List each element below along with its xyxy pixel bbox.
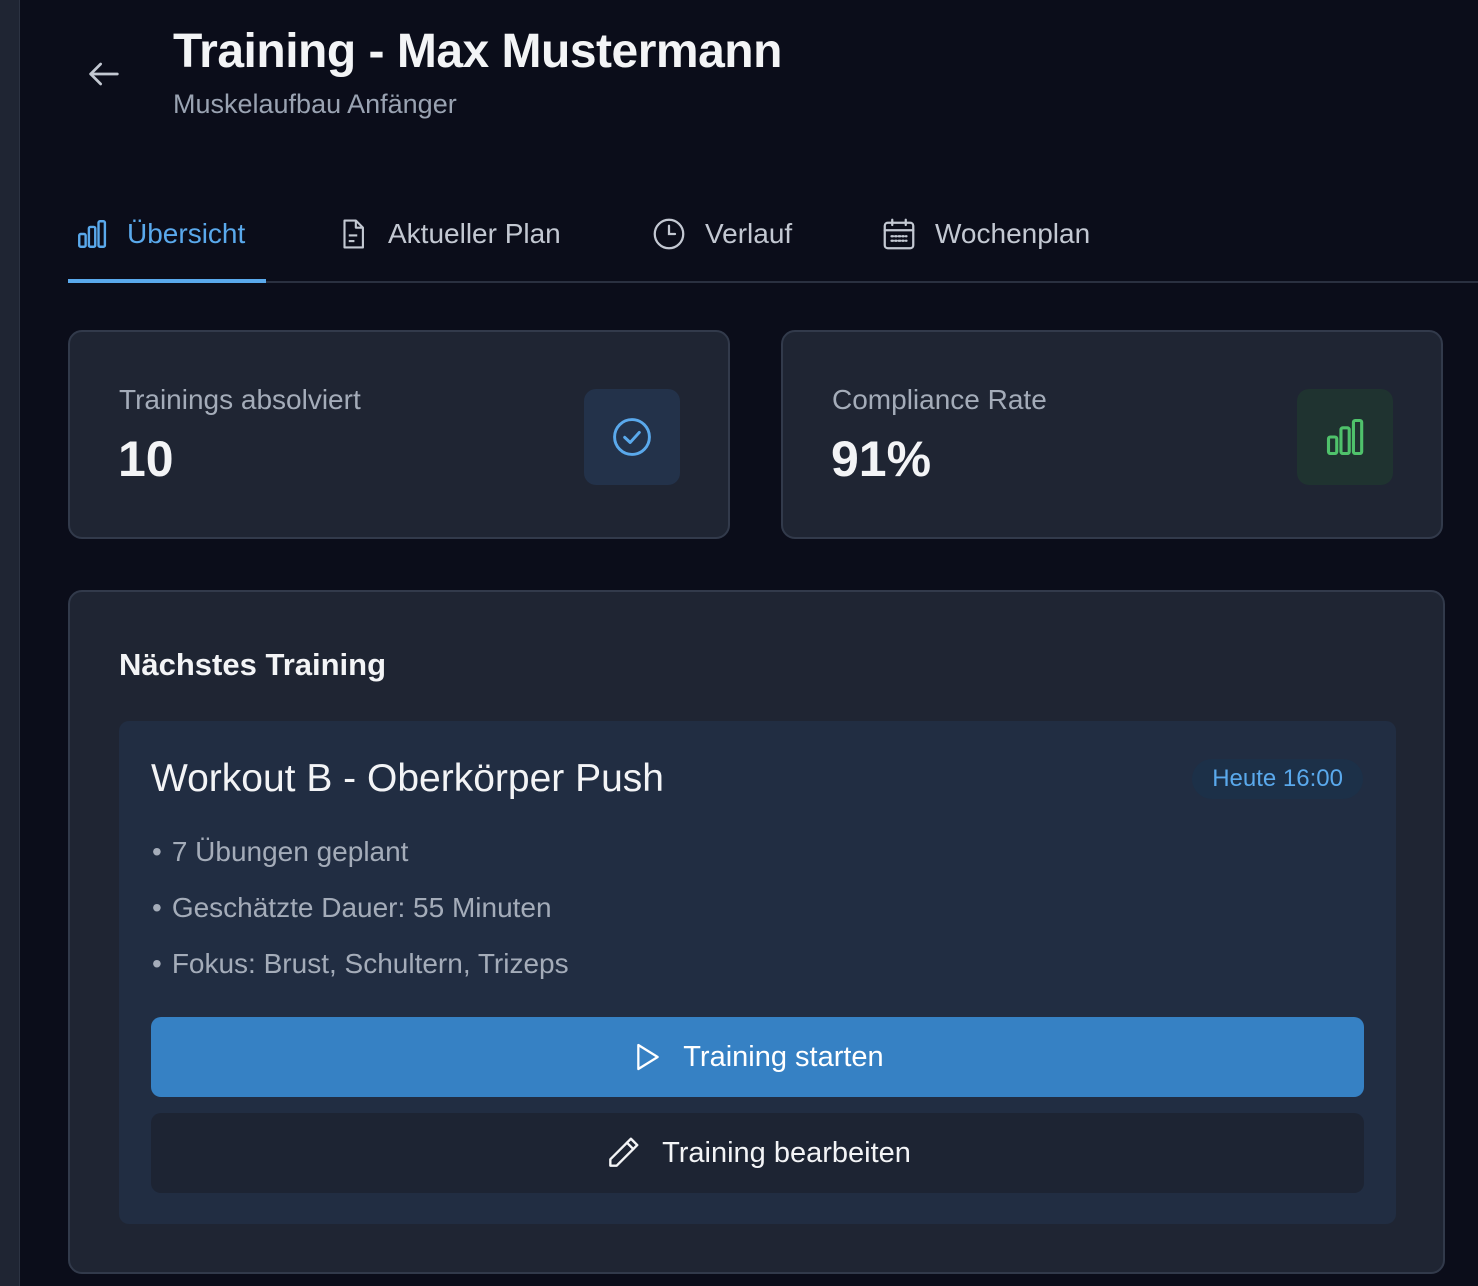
tab-overview[interactable]: Übersicht	[68, 186, 266, 283]
bar-chart-icon	[1297, 389, 1393, 485]
page-title: Training - Max Mustermann	[173, 25, 782, 78]
calendar-icon	[881, 216, 917, 252]
workout-panel: Workout B - Oberkörper Push Heute 16:00 …	[119, 721, 1396, 1224]
document-icon	[336, 215, 370, 253]
next-training-heading: Nächstes Training	[119, 647, 387, 682]
edit-training-button[interactable]: Training bearbeiten	[151, 1113, 1364, 1193]
play-icon	[631, 1041, 663, 1073]
stat-label: Compliance Rate	[832, 384, 1047, 415]
arrow-left-icon	[89, 62, 119, 86]
edit-training-label: Training bearbeiten	[662, 1136, 911, 1169]
start-training-button[interactable]: Training starten	[151, 1017, 1364, 1097]
stat-label: Trainings absolviert	[119, 384, 361, 415]
stat-card-trainings: Trainings absolviert 10	[68, 330, 730, 539]
workout-title: Workout B - Oberkörper Push	[151, 757, 664, 800]
tab-overview-label: Übersicht	[127, 217, 246, 249]
tab-history[interactable]: Verlauf	[651, 186, 792, 281]
next-training-card: Nächstes Training Workout B - Oberkörper…	[68, 590, 1445, 1274]
tab-weekly-plan-label: Wochenplan	[935, 217, 1091, 249]
stat-value: 91%	[831, 431, 932, 487]
clock-icon	[651, 216, 687, 252]
check-circle-icon	[584, 389, 680, 485]
workout-details: • 7 Übungen geplant • Geschätzte Dauer: 55…	[152, 836, 569, 1004]
list-item: • Fokus: Brust, Schultern, Trizeps	[152, 948, 569, 979]
stat-value: 10	[118, 431, 174, 487]
page-subtitle: Muskelaufbau Anfänger	[173, 89, 457, 119]
pencil-icon	[604, 1134, 642, 1172]
tab-current-plan-label: Aktueller Plan	[388, 217, 561, 249]
stat-card-compliance: Compliance Rate 91%	[781, 330, 1443, 539]
tab-bar: Übersicht Aktueller Plan Verlauf Wochenp…	[68, 186, 1478, 283]
bar-chart-icon	[75, 217, 109, 251]
tab-current-plan[interactable]: Aktueller Plan	[336, 186, 561, 281]
list-item: • 7 Übungen geplant	[152, 836, 409, 867]
tab-history-label: Verlauf	[705, 217, 793, 249]
start-training-label: Training starten	[683, 1040, 884, 1073]
sidebar-edge	[0, 0, 20, 1286]
back-button[interactable]	[80, 50, 128, 98]
list-item: • Geschätzte Dauer: 55 Minuten	[152, 892, 552, 923]
tab-weekly-plan[interactable]: Wochenplan	[881, 186, 1090, 281]
time-badge: Heute 16:00	[1192, 759, 1363, 799]
